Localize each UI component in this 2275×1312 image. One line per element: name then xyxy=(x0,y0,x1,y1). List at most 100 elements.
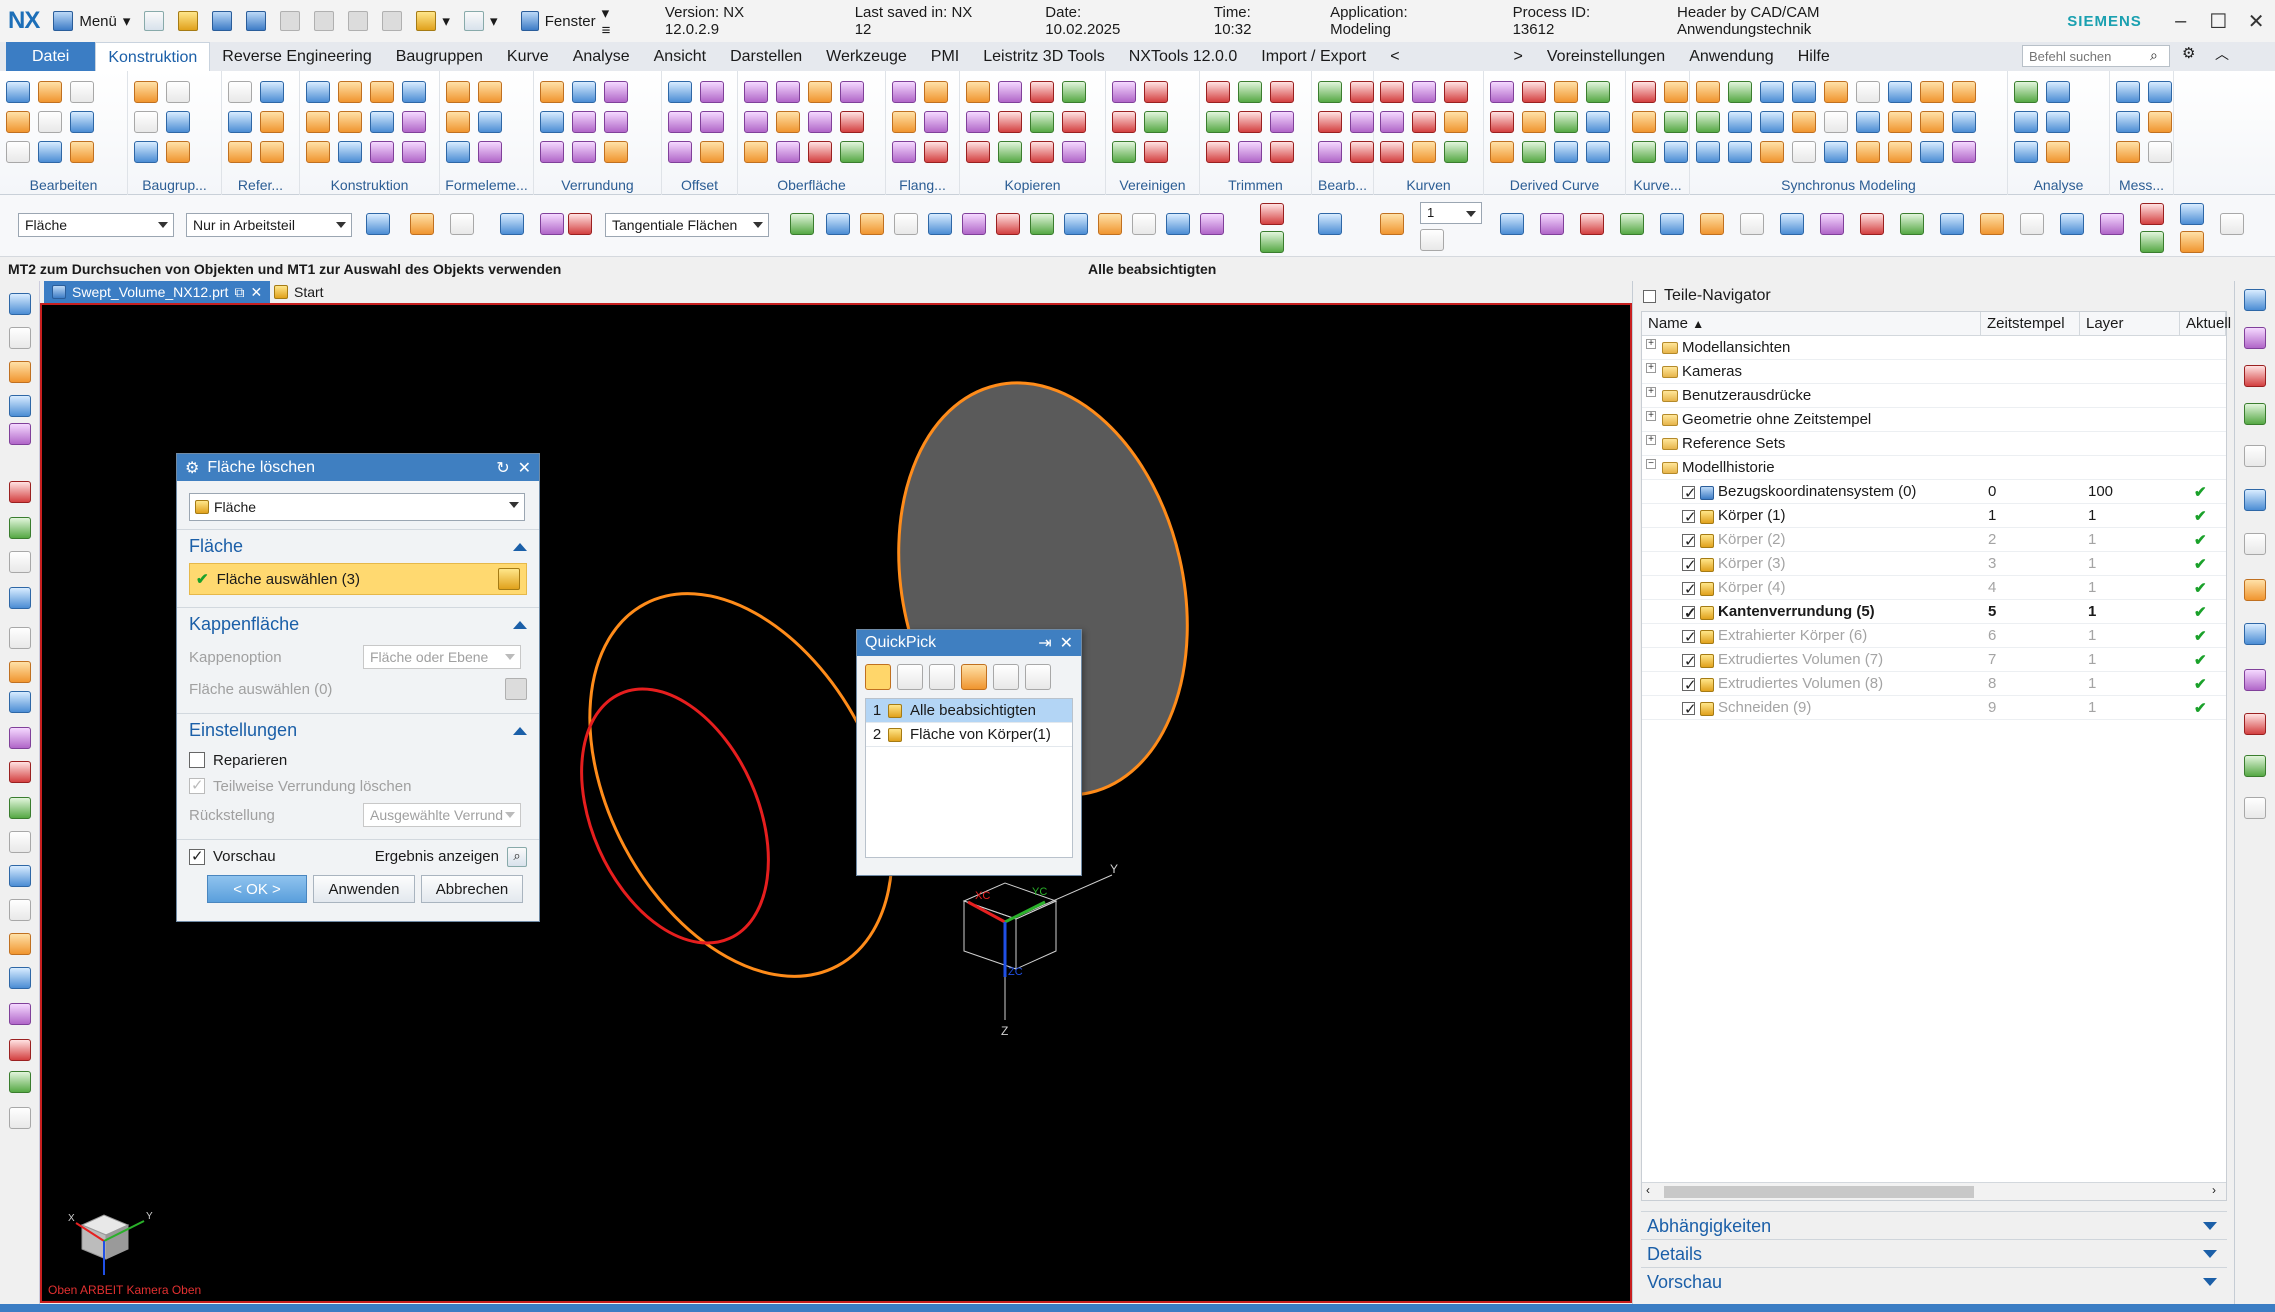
ribbon-command-icon[interactable] xyxy=(1824,111,1848,133)
ribbon-command-icon[interactable] xyxy=(166,141,190,163)
ribbon-command-icon[interactable] xyxy=(540,111,564,133)
ribbon-command-icon[interactable] xyxy=(2148,141,2172,163)
ribbon-command-icon[interactable] xyxy=(134,111,158,133)
ribbon-command-icon[interactable] xyxy=(808,81,832,103)
ribbon-group-label[interactable]: Kopieren xyxy=(960,177,1105,193)
ribbon-command-icon[interactable] xyxy=(966,81,990,103)
ribbon-command-icon[interactable] xyxy=(1412,111,1436,133)
ribbon-command-icon[interactable] xyxy=(1030,81,1054,103)
collapse-ribbon-icon[interactable]: ︿ xyxy=(2215,44,2229,64)
ribbon-command-icon[interactable] xyxy=(892,141,916,163)
ribbon-command-icon[interactable] xyxy=(1760,111,1784,133)
resource-bar-icon[interactable] xyxy=(2244,327,2266,349)
ribbon-command-icon[interactable] xyxy=(1792,81,1816,103)
section-kappenflaeche[interactable]: Kappenfläche xyxy=(177,607,539,641)
ribbon-group-label[interactable]: Offset xyxy=(662,177,737,193)
ribbon-command-icon[interactable] xyxy=(1238,141,1262,163)
ribbon-command-icon[interactable] xyxy=(2014,141,2038,163)
resource-bar-icon[interactable] xyxy=(2244,489,2266,511)
gear-icon[interactable]: ⚙ xyxy=(2182,44,2204,66)
tree-feature-row[interactable]: Körper (2) 2 1 ✔ xyxy=(1642,528,2226,552)
selection-tool-icon[interactable] xyxy=(860,213,884,235)
selection-tool-icon[interactable] xyxy=(1030,213,1054,235)
ribbon-command-icon[interactable] xyxy=(700,141,724,163)
resource-bar-icon[interactable] xyxy=(2244,669,2266,691)
ribbon-command-icon[interactable] xyxy=(6,141,30,163)
ribbon-command-icon[interactable] xyxy=(1444,81,1468,103)
window-button[interactable]: Fenster ▾ ≡ xyxy=(521,4,618,39)
ribbon-command-icon[interactable] xyxy=(966,111,990,133)
tree-feature-row[interactable]: Schneiden (9) 9 1 ✔ xyxy=(1642,696,2226,720)
ribbon-command-icon[interactable] xyxy=(1554,141,1578,163)
ribbon-command-icon[interactable] xyxy=(1206,111,1230,133)
ribbon-command-icon[interactable] xyxy=(478,141,502,163)
tree-folder-row[interactable]: + Benutzerausdrücke xyxy=(1642,384,2226,408)
left-toolbar-icon[interactable] xyxy=(9,727,31,749)
tab-anwendung[interactable]: Anwendung xyxy=(1677,42,1786,71)
ribbon-command-icon[interactable] xyxy=(1380,81,1404,103)
ribbon-group-label[interactable]: Oberfläche xyxy=(738,177,885,193)
ribbon-command-icon[interactable] xyxy=(1062,141,1086,163)
selection-tool-icon[interactable] xyxy=(2140,231,2164,253)
ribbon-command-icon[interactable] xyxy=(1030,141,1054,163)
selection-tool-icon[interactable] xyxy=(1380,213,1404,235)
selection-tool-icon[interactable] xyxy=(1620,213,1644,235)
ribbon-command-icon[interactable] xyxy=(70,111,94,133)
ribbon-command-icon[interactable] xyxy=(1920,111,1944,133)
expand-toggle-icon[interactable]: + xyxy=(1646,387,1656,397)
section-details[interactable]: Details xyxy=(1641,1239,2227,1267)
selection-tool-icon[interactable] xyxy=(1098,213,1122,235)
ribbon-command-icon[interactable] xyxy=(998,111,1022,133)
ribbon-group-label[interactable]: Verrundung xyxy=(534,177,661,193)
tree-feature-row[interactable]: Extrudiertes Volumen (7) 7 1 ✔ xyxy=(1642,648,2226,672)
ribbon-command-icon[interactable] xyxy=(1664,141,1688,163)
ribbon-group-label[interactable]: Bearb... xyxy=(1312,177,1373,193)
ribbon-command-icon[interactable] xyxy=(2116,141,2140,163)
selection-tool-icon[interactable] xyxy=(410,213,434,235)
ribbon-command-icon[interactable] xyxy=(1522,141,1546,163)
section-vorschau[interactable]: Vorschau xyxy=(1641,1267,2227,1295)
ribbon-command-icon[interactable] xyxy=(1112,141,1136,163)
open-file-button[interactable] xyxy=(178,11,199,31)
ribbon-command-icon[interactable] xyxy=(924,81,948,103)
cut-button[interactable] xyxy=(314,11,335,31)
menu-button[interactable]: Menü ▾ xyxy=(53,11,130,31)
tab-hilfe[interactable]: Hilfe xyxy=(1786,42,1842,71)
ribbon-command-icon[interactable] xyxy=(1206,141,1230,163)
ribbon-command-icon[interactable] xyxy=(1490,111,1514,133)
resource-bar-icon[interactable] xyxy=(2244,755,2266,777)
tree-folder-row[interactable]: + Kameras xyxy=(1642,360,2226,384)
left-toolbar-icon[interactable] xyxy=(9,865,31,887)
curve-filter-icon[interactable] xyxy=(897,664,923,690)
selection-tool-icon[interactable] xyxy=(2020,213,2044,235)
cap-option-select[interactable]: Fläche oder Ebene xyxy=(363,645,521,669)
ribbon-command-icon[interactable] xyxy=(1792,141,1816,163)
tab-pmi[interactable]: PMI xyxy=(919,42,971,71)
selection-tool-icon[interactable] xyxy=(2180,203,2204,225)
undo-button[interactable] xyxy=(280,11,301,31)
ribbon-command-icon[interactable] xyxy=(134,81,158,103)
ribbon-command-icon[interactable] xyxy=(2014,81,2038,103)
selection-tool-icon[interactable] xyxy=(1780,213,1804,235)
ribbon-command-icon[interactable] xyxy=(1856,141,1880,163)
selection-tool-icon[interactable] xyxy=(1540,213,1564,235)
ribbon-command-icon[interactable] xyxy=(166,81,190,103)
resource-bar-icon[interactable] xyxy=(2244,289,2266,311)
ribbon-command-icon[interactable] xyxy=(1270,111,1294,133)
scroll-thumb[interactable] xyxy=(1664,1186,1974,1198)
tab-analyse[interactable]: Analyse xyxy=(561,42,642,71)
selection-tool-icon[interactable] xyxy=(2140,203,2164,225)
ribbon-command-icon[interactable] xyxy=(1112,111,1136,133)
command-search-input[interactable] xyxy=(2022,45,2170,67)
selection-tool-icon[interactable] xyxy=(1200,213,1224,235)
column-header-current[interactable]: Aktuell xyxy=(2180,312,2231,336)
selection-tool-icon[interactable] xyxy=(790,213,814,235)
left-toolbar-icon[interactable] xyxy=(9,797,31,819)
gear-icon[interactable]: ⚙ xyxy=(185,458,199,478)
ribbon-command-icon[interactable] xyxy=(1888,141,1912,163)
ribbon-command-icon[interactable] xyxy=(38,81,62,103)
left-toolbar-icon[interactable] xyxy=(9,517,31,539)
ribbon-command-icon[interactable] xyxy=(1270,141,1294,163)
ribbon-command-icon[interactable] xyxy=(1490,81,1514,103)
ribbon-command-icon[interactable] xyxy=(402,111,426,133)
